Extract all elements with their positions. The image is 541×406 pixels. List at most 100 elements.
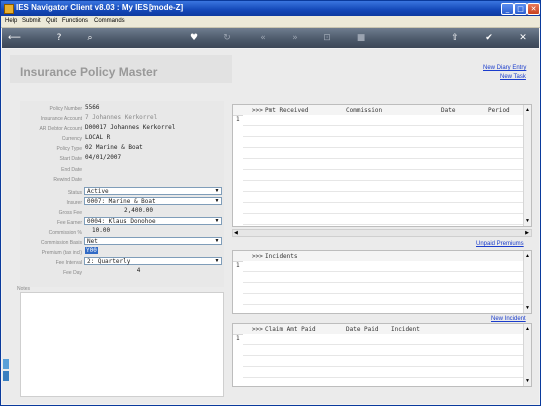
column-header-period[interactable]: Period: [488, 107, 510, 114]
horizontal-scrollbar[interactable]: ◀ ▶: [232, 229, 532, 237]
fee-interval-label: Fee Interval: [55, 260, 82, 266]
menu-help[interactable]: Help: [5, 18, 17, 24]
fee-earner-label: Fee Earner: [56, 220, 82, 226]
commission-pct-label: Commission %: [48, 230, 82, 236]
column-header-incident[interactable]: Incident: [391, 326, 420, 333]
help-icon[interactable]: ?: [52, 31, 66, 45]
start-date-label: Start Date: [59, 156, 82, 162]
new-incident-link[interactable]: New Incident: [491, 316, 526, 322]
row-number: 1: [236, 262, 240, 269]
end-date-label: End Date: [61, 167, 82, 173]
vertical-scrollbar[interactable]: ▲ ▼: [523, 251, 531, 313]
fee-day-field[interactable]: 4: [85, 267, 192, 274]
toolbar: ⟵ ? ⌕ ♥ ↻ « » ⊡ ■ ⇧ ✔ ✕: [2, 28, 539, 48]
column-header-nav[interactable]: >>>: [252, 107, 263, 114]
column-header-incidents[interactable]: Incidents: [265, 253, 298, 260]
ar-debtor-account-label: AR Debtor Account: [39, 126, 82, 132]
ok-icon[interactable]: ✔: [482, 31, 496, 45]
scroll-down-icon[interactable]: ▼: [524, 217, 531, 225]
insurer-value: 0007: Marine & Boat: [87, 198, 156, 205]
fee-interval-value: 2: Quarterly: [87, 258, 131, 265]
up-icon[interactable]: ⇧: [448, 31, 462, 45]
scroll-up-icon[interactable]: ▲: [524, 106, 531, 114]
vertical-scrollbar[interactable]: ▲ ▼: [523, 105, 531, 226]
scroll-up-icon[interactable]: ▲: [524, 252, 531, 260]
menu-functions[interactable]: Functions: [62, 18, 88, 24]
scroll-up-icon[interactable]: ▲: [524, 325, 531, 333]
menu-bar: Help Submit Quit Functions Commands: [1, 16, 540, 28]
chevron-down-icon[interactable]: ▼: [214, 199, 220, 204]
scroll-left-icon[interactable]: ◀: [234, 230, 238, 237]
claims-grid: >>> Claim Amt Paid Date Paid Incident 1 …: [232, 323, 532, 387]
fee-earner-select[interactable]: 0004: Klaus Donohoe ▼: [84, 217, 222, 225]
chevron-down-icon[interactable]: ▼: [214, 259, 220, 264]
maximize-button[interactable]: □: [514, 3, 527, 15]
left-edge-tab: [3, 371, 9, 381]
column-header-nav[interactable]: >>>: [252, 253, 263, 260]
chevron-down-icon[interactable]: ▼: [214, 219, 220, 224]
close-window-button[interactable]: ✕: [527, 3, 540, 15]
close-icon[interactable]: ✕: [516, 31, 530, 45]
premium-field[interactable]: Y00: [85, 247, 98, 254]
unpaid-premiums-link[interactable]: Unpaid Premiums: [476, 241, 524, 247]
scroll-down-icon[interactable]: ▼: [524, 377, 531, 385]
status-label: Status: [67, 190, 82, 196]
incidents-grid: >>> Incidents 1 ▲ ▼: [232, 250, 532, 314]
policy-type-label: Policy Type: [56, 146, 82, 152]
refresh-icon[interactable]: ↻: [220, 31, 234, 45]
commission-basis-value: Net: [87, 238, 98, 245]
currency-label: Currency: [61, 136, 82, 142]
row-number: 1: [236, 335, 240, 342]
chevron-down-icon[interactable]: ▼: [214, 189, 220, 194]
new-diary-entry-link[interactable]: New Diary Entry: [483, 65, 526, 71]
status-select[interactable]: Active ▼: [84, 187, 222, 195]
menu-quit[interactable]: Quit: [46, 18, 57, 24]
notes-textarea[interactable]: [20, 292, 224, 397]
window-title: IES Navigator Client v8.03 : My IES :: [16, 3, 153, 12]
scroll-right-icon[interactable]: ▶: [525, 230, 529, 237]
gross-fee-field[interactable]: 2,400.00: [85, 207, 192, 214]
search-icon[interactable]: ⌕: [83, 31, 97, 45]
commission-basis-label: Commission Basis: [40, 240, 82, 246]
policy-form: Policy Number 5566 Insurance Account 7 J…: [20, 101, 224, 287]
column-header-pmt-received[interactable]: Pmt Received: [265, 107, 308, 114]
vertical-scrollbar[interactable]: ▲ ▼: [523, 324, 531, 386]
policy-type-field[interactable]: 02 Marine & Boat: [85, 144, 143, 151]
commission-basis-select[interactable]: Net ▼: [84, 237, 222, 245]
column-header-claim-amt-paid[interactable]: Claim Amt Paid: [265, 326, 316, 333]
menu-submit[interactable]: Submit: [22, 18, 41, 24]
scroll-down-icon[interactable]: ▼: [524, 304, 531, 312]
payments-grid: >>> Pmt Received Commission Date Period …: [232, 104, 532, 227]
first-icon[interactable]: «: [256, 31, 270, 45]
column-header-commission[interactable]: Commission: [346, 107, 382, 114]
favorite-icon[interactable]: ♥: [187, 31, 201, 45]
column-header-date[interactable]: Date: [441, 107, 455, 114]
stop-icon[interactable]: ■: [354, 31, 368, 45]
ar-debtor-account-field[interactable]: D00017 Johannes Kerkorrel: [85, 124, 175, 131]
insurance-account-field[interactable]: 7 Johannes Kerkorrel: [85, 114, 157, 121]
minimize-button[interactable]: _: [501, 3, 514, 15]
status-value: Active: [87, 188, 109, 195]
chevron-down-icon[interactable]: ▼: [214, 239, 220, 244]
application-window: IES Navigator Client v8.03 : My IES : [m…: [0, 0, 541, 406]
start-date-field[interactable]: 04/01/2007: [85, 154, 121, 161]
grid-rows: [243, 261, 523, 313]
menu-commands[interactable]: Commands: [94, 18, 125, 24]
column-header-date-paid[interactable]: Date Paid: [346, 326, 379, 333]
lock-icon[interactable]: ⊡: [320, 31, 334, 45]
insurance-account-label: Insurance Account: [40, 116, 82, 122]
premium-value: Y00: [85, 247, 98, 254]
column-header-nav[interactable]: >>>: [252, 326, 263, 333]
back-icon[interactable]: ⟵: [8, 31, 34, 45]
currency-field[interactable]: LOCAL R: [85, 134, 110, 141]
fee-interval-select[interactable]: 2: Quarterly ▼: [84, 257, 222, 265]
grid-rows: [243, 115, 523, 226]
commission-pct-field[interactable]: 10.00: [92, 227, 110, 234]
policy-number-field[interactable]: 5566: [85, 104, 99, 111]
last-icon[interactable]: »: [288, 31, 302, 45]
rewind-date-label: Rewind Date: [53, 177, 82, 183]
insurer-select[interactable]: 0007: Marine & Boat ▼: [84, 197, 222, 205]
new-task-link[interactable]: New Task: [500, 74, 526, 80]
app-icon: [4, 4, 14, 14]
grid-rows: [243, 334, 523, 386]
